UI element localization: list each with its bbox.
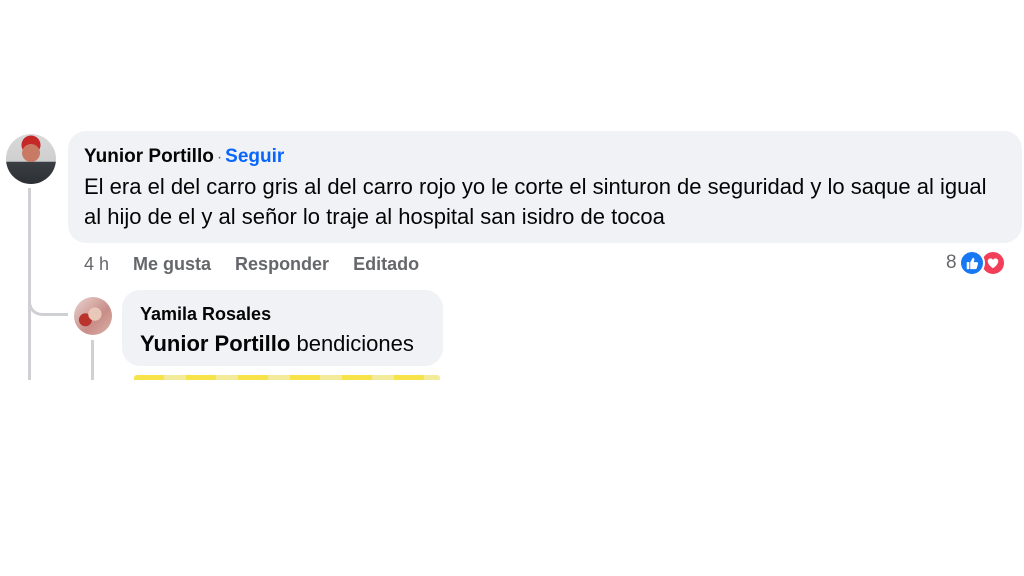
reply-avatar[interactable] — [74, 297, 112, 335]
edited-label: Editado — [353, 253, 420, 274]
comments-section: Yunior Portillo · Seguir El era el del car… — [0, 0, 1024, 576]
separator-dot: · — [216, 149, 223, 166]
comment-timestamp[interactable]: 4 h — [84, 254, 109, 275]
follow-button[interactable]: Seguir — [225, 146, 284, 167]
reply-button[interactable]: Responder — [235, 254, 329, 275]
comment-author[interactable]: Yunior Portillo — [84, 146, 214, 167]
sticker-preview — [134, 375, 440, 380]
comment-text: El era el del carro gris al del carro ro… — [84, 174, 987, 229]
comment-header: Yunior Portillo · Seguir — [84, 145, 1006, 170]
like-icon — [958, 250, 985, 276]
reaction-count: 8 — [946, 252, 957, 273]
reply-body: bendiciones — [296, 331, 414, 356]
thread-connector — [28, 286, 68, 316]
reply-thread-line — [91, 340, 94, 380]
like-button[interactable]: Me gusta — [133, 254, 211, 275]
reply-bubble: Yamila Rosales Yunior Portillo bendicion… — [122, 290, 443, 366]
comment-actions: 4 h Me gusta Responder Editado — [84, 252, 443, 276]
reactions-summary[interactable]: 8 — [946, 250, 1006, 276]
comment-bubble: Yunior Portillo · Seguir El era el del car… — [68, 131, 1022, 243]
reply-author[interactable]: Yamila Rosales — [140, 303, 425, 325]
thread-line — [28, 188, 31, 380]
reply-text: Yunior Portillo bendiciones — [140, 329, 425, 359]
avatar[interactable] — [6, 134, 56, 184]
mention-link[interactable]: Yunior Portillo — [140, 331, 290, 356]
